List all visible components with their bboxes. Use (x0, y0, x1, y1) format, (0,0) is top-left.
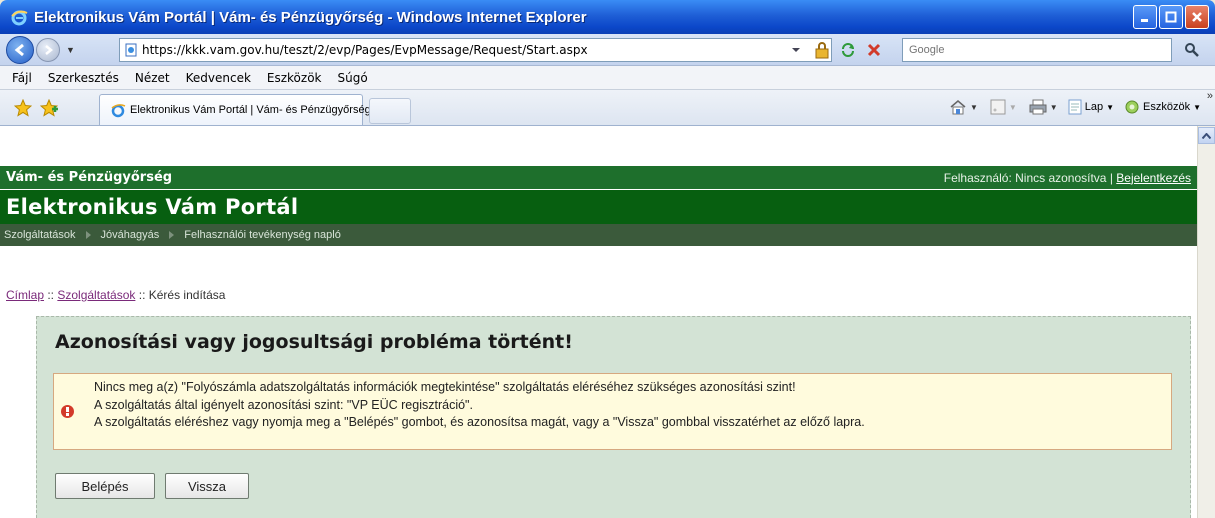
refresh-icon (842, 43, 854, 57)
chevron-down-icon (792, 48, 800, 52)
menu-view[interactable]: Nézet (135, 71, 170, 85)
chevron-more-icon[interactable]: » (1207, 90, 1213, 102)
user-status-text: Felhasználó: Nincs azonosítva | (943, 170, 1117, 185)
forward-arrow-icon (45, 44, 54, 55)
search-input[interactable] (909, 44, 1139, 56)
ie-logo-icon (10, 8, 28, 26)
tools-menu-label: Eszközök (1143, 101, 1191, 113)
tab-label: Elektronikus Vám Portál | Vám- és Pénzüg… (130, 104, 371, 116)
tab-bar: Elektronikus Vám Portál | Vám- és Pénzüg… (0, 90, 1215, 126)
page-menu-label: Lap (1084, 101, 1104, 113)
breadcrumb-sep: :: (44, 288, 58, 302)
search-icon (1185, 43, 1199, 57)
portal-title: Elektronikus Vám Portál (6, 195, 299, 219)
search-box[interactable] (902, 38, 1172, 62)
home-button[interactable]: ▼ (949, 99, 978, 115)
nav-approval[interactable]: Jóváhagyás (101, 229, 160, 241)
add-favorite-icon[interactable] (39, 98, 59, 117)
minimize-button[interactable] (1133, 5, 1157, 29)
new-tab-button[interactable] (369, 98, 411, 124)
address-dropdown-button[interactable] (785, 39, 807, 61)
menu-bar: Fájl Szerkesztés Nézet Kedvencek Eszközö… (0, 66, 1215, 90)
address-toolbar: ▼ https://kkk.vam.gov.hu/teszt/2/evp/Pag… (0, 34, 1215, 66)
address-bar[interactable]: https://kkk.vam.gov.hu/teszt/2/evp/Pages… (119, 38, 832, 62)
window-titlebar: Elektronikus Vám Portál | Vám- és Pénzüg… (0, 0, 1215, 34)
error-panel: Azonosítási vagy jogosultsági probléma t… (36, 316, 1191, 518)
site-topbar: Vám- és Pénzügyőrség Felhasználó: Nincs … (0, 166, 1197, 189)
login-button[interactable]: Belépés (55, 473, 155, 499)
site-header: Elektronikus Vám Portál (0, 190, 1197, 224)
page-tab-icon (110, 102, 126, 118)
menu-tools[interactable]: Eszközök (267, 71, 322, 85)
vertical-scrollbar[interactable] (1197, 126, 1215, 518)
security-lock-button[interactable] (811, 39, 833, 61)
printer-icon (1029, 99, 1047, 115)
breadcrumb-services[interactable]: Szolgáltatások (57, 288, 135, 302)
breadcrumb-home[interactable]: Címlap (6, 288, 44, 302)
tab-active[interactable]: Elektronikus Vám Portál | Vám- és Pénzüg… (99, 94, 371, 125)
breadcrumb: Címlap :: Szolgáltatások :: Kérés indítá… (6, 288, 225, 302)
stop-button[interactable] (863, 39, 885, 61)
maximize-button[interactable] (1159, 5, 1183, 29)
error-line-2: A szolgáltatás által igényelt azonosítás… (94, 397, 473, 412)
error-icon (61, 405, 74, 418)
menu-favorites[interactable]: Kedvencek (186, 71, 251, 85)
page-icon (124, 43, 138, 57)
error-line-3: A szolgáltatás eléréshez vagy nyomja meg… (94, 415, 865, 429)
nav-separator-icon (169, 231, 175, 239)
print-button[interactable]: ▼ (1029, 99, 1058, 115)
menu-file[interactable]: Fájl (12, 71, 32, 85)
close-icon (1192, 12, 1202, 22)
search-button[interactable] (1177, 39, 1207, 61)
back-button[interactable] (6, 35, 34, 64)
window-title: Elektronikus Vám Portál | Vám- és Pénzüg… (34, 8, 587, 26)
nav-separator-icon (85, 231, 91, 239)
feed-icon (990, 99, 1006, 115)
error-heading: Azonosítási vagy jogosultsági probléma t… (55, 331, 573, 353)
address-url: https://kkk.vam.gov.hu/teszt/2/evp/Pages… (142, 43, 588, 57)
error-line-1: Nincs meg a(z) "Folyószámla adatszolgált… (94, 380, 796, 394)
back-page-button[interactable]: Vissza (165, 473, 249, 499)
close-button[interactable] (1185, 5, 1209, 29)
error-message-box: Nincs meg a(z) "Folyószámla adatszolgált… (53, 373, 1172, 450)
home-icon (950, 100, 966, 115)
stop-icon (867, 43, 881, 57)
command-bar: ▼ ▼ ▼ Lap ▼ Eszközök ▼ (949, 99, 1215, 115)
site-nav: Szolgáltatások Jóváhagyás Felhasználói t… (0, 224, 1197, 246)
breadcrumb-current: Kérés indítása (148, 288, 226, 302)
gear-icon (1125, 100, 1139, 114)
scroll-up-button[interactable] (1198, 127, 1215, 144)
tools-menu-button[interactable]: Eszközök ▼ (1124, 99, 1201, 115)
back-arrow-icon (14, 43, 24, 56)
minimize-icon (1141, 19, 1148, 22)
page-content: Vám- és Pénzügyőrség Felhasználó: Nincs … (0, 126, 1215, 518)
login-link[interactable]: Bejelentkezés (1116, 171, 1191, 185)
page-menu-button[interactable]: Lap ▼ (1068, 99, 1114, 115)
menu-help[interactable]: Súgó (338, 71, 368, 85)
history-dropdown-icon[interactable]: ▼ (66, 45, 75, 55)
maximize-icon (1165, 11, 1177, 23)
refresh-button[interactable] (837, 39, 859, 61)
favorites-star-icon[interactable] (13, 98, 33, 117)
chevron-up-icon (1202, 132, 1211, 139)
user-status: Felhasználó: Nincs azonosítva | Bejelent… (944, 171, 1191, 185)
page-icon (1068, 99, 1082, 115)
nav-activity-log[interactable]: Felhasználói tevékenység napló (184, 229, 341, 241)
org-name: Vám- és Pénzügyőrség (6, 170, 173, 185)
feeds-button[interactable]: ▼ (990, 99, 1017, 115)
nav-services[interactable]: Szolgáltatások (4, 229, 76, 241)
forward-button[interactable] (36, 37, 60, 62)
lock-icon (815, 42, 829, 59)
breadcrumb-sep: :: (135, 288, 149, 302)
menu-edit[interactable]: Szerkesztés (48, 71, 119, 85)
